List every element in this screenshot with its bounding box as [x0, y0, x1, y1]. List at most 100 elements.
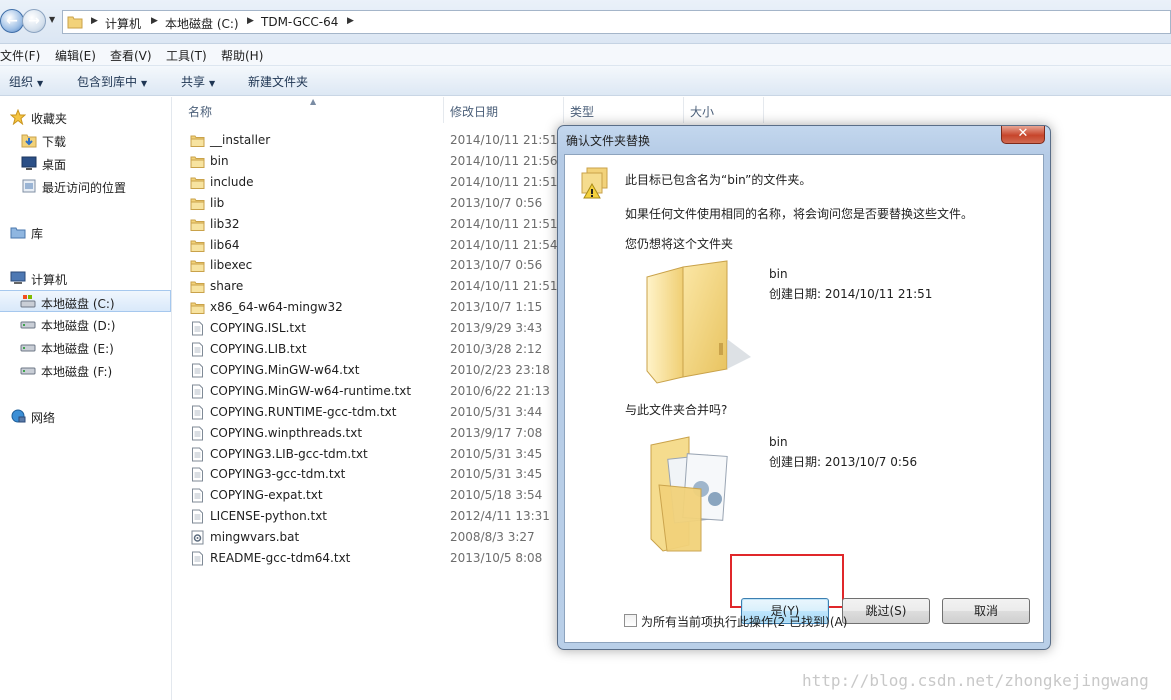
existing-folder-option[interactable]: bin 创建日期: 2014/10/11 21:51: [641, 259, 971, 387]
file-row[interactable]: __installer 2014/10/11 21:51: [172, 130, 558, 151]
nav-drive-d[interactable]: 本地磁盘 (D:): [0, 313, 171, 335]
text-file-icon: [192, 447, 203, 461]
apply-to-all-label[interactable]: 为所有当前项执行此操作(2 已找到)(A): [641, 613, 847, 630]
text-file-icon: [192, 321, 203, 336]
column-header-date[interactable]: 修改日期: [444, 97, 564, 123]
folder-icon: [190, 281, 205, 294]
address-input[interactable]: ▶ 计算机 ▶ 本地磁盘 (C:) ▶ TDM-GCC-64 ▶: [62, 10, 1171, 34]
apply-to-all-checkbox[interactable]: [624, 614, 637, 627]
incoming-folder-date: 创建日期: 2013/10/7 0:56: [769, 455, 918, 469]
include-in-library-button[interactable]: 包含到库中 ▼: [77, 73, 147, 90]
organize-button[interactable]: 组织 ▼: [9, 73, 43, 90]
chevron-right-icon[interactable]: ▶: [347, 16, 354, 26]
nav-libraries-label: 库: [31, 227, 44, 241]
new-folder-button[interactable]: 新建文件夹: [248, 73, 308, 90]
skip-button[interactable]: 跳过(S): [842, 598, 930, 624]
chevron-right-icon[interactable]: ▶: [247, 16, 254, 26]
file-row[interactable]: COPYING.MinGW-w64.txt 2010/2/23 23:18: [172, 360, 552, 381]
file-row[interactable]: lib64 2014/10/11 21:54: [172, 235, 558, 256]
file-row[interactable]: share 2014/10/11 21:51: [172, 276, 558, 297]
breadcrumb-drive-c[interactable]: 本地磁盘 (C:): [165, 15, 239, 32]
back-button[interactable]: ←: [0, 9, 24, 33]
menu-tools[interactable]: 工具(T): [166, 47, 207, 64]
file-row[interactable]: bin 2014/10/11 21:56: [172, 151, 558, 172]
menu-help[interactable]: 帮助(H): [221, 47, 263, 64]
file-row[interactable]: COPYING.ISL.txt 2013/9/29 3:43: [172, 318, 552, 339]
nav-drive-c[interactable]: 本地磁盘 (C:): [0, 290, 171, 312]
drive-icon: [20, 367, 36, 375]
confirm-folder-replace-dialog: 确认文件夹替换 ✕ 此目标已包含名为“bin”的文件夹。 如果任何文件使用相同的…: [557, 125, 1051, 650]
command-bar: 组织 ▼ 包含到库中 ▼ 共享 ▼ 新建文件夹: [0, 66, 1171, 96]
column-header-size[interactable]: 大小: [684, 97, 764, 123]
file-row[interactable]: include 2014/10/11 21:51: [172, 172, 558, 193]
breadcrumb-computer[interactable]: 计算机: [105, 15, 141, 32]
menu-edit[interactable]: 编辑(E): [55, 47, 96, 64]
existing-folder-date: 创建日期: 2014/10/11 21:51: [769, 287, 933, 301]
nav-recent-label: 最近访问的位置: [42, 181, 127, 195]
file-modified-date: 2014/10/11 21:51: [450, 174, 558, 189]
file-row[interactable]: LICENSE-python.txt 2012/4/11 13:31: [172, 506, 552, 527]
file-modified-date: 2010/6/22 21:13: [450, 383, 550, 398]
breadcrumb-tdm-gcc[interactable]: TDM-GCC-64: [261, 15, 338, 29]
nav-network[interactable]: 网络: [0, 405, 171, 427]
chevron-down-icon: ▼: [37, 79, 44, 88]
file-name: include: [210, 174, 254, 189]
file-row[interactable]: mingwvars.bat 2008/8/3 3:27: [172, 527, 552, 548]
share-button[interactable]: 共享 ▼: [181, 73, 215, 90]
folder-icon: [67, 16, 83, 29]
text-file-icon: [192, 363, 203, 378]
navigation-pane: 收藏夹 下载 桌面 最近访问的位置 库 计算机 本地磁盘 (C:) 本地磁盘 (…: [0, 97, 172, 700]
chevron-right-icon[interactable]: ▶: [91, 16, 98, 26]
file-name: libexec: [210, 258, 253, 273]
file-row[interactable]: COPYING.winpthreads.txt 2013/9/17 7:08: [172, 423, 552, 444]
file-row[interactable]: x86_64-w64-mingw32 2013/10/7 1:15: [172, 297, 552, 318]
file-name: lib32: [210, 216, 240, 231]
file-row[interactable]: libexec 2013/10/7 0:56: [172, 255, 552, 276]
menu-file[interactable]: 文件(F): [0, 47, 40, 64]
file-modified-date: 2010/3/28 2:12: [450, 342, 543, 356]
forward-button[interactable]: →: [22, 9, 46, 33]
cancel-button[interactable]: 取消: [942, 598, 1030, 624]
file-row[interactable]: COPYING.MinGW-w64-runtime.txt 2010/6/22 2…: [172, 381, 552, 402]
file-name: COPYING3.LIB-gcc-tdm.txt: [210, 446, 368, 461]
file-row[interactable]: COPYING-expat.txt 2010/5/18 3:54: [172, 485, 552, 506]
nav-drive-c-label: 本地磁盘 (C:): [41, 297, 115, 311]
nav-libraries[interactable]: 库: [0, 221, 171, 243]
dialog-content: 此目标已包含名为“bin”的文件夹。 如果任何文件使用相同的名称，将会询问您是否…: [564, 154, 1044, 643]
file-modified-date: 2014/10/11 21:56: [450, 153, 558, 168]
file-name: COPYING.LIB.txt: [210, 342, 307, 356]
file-row[interactable]: lib 2013/10/7 0:56: [172, 193, 552, 214]
file-row[interactable]: lib32 2014/10/11 21:51: [172, 214, 558, 235]
nav-drive-f[interactable]: 本地磁盘 (F:): [0, 359, 171, 381]
file-modified-date: 2013/10/7 0:56: [450, 258, 543, 273]
column-header-type[interactable]: 类型: [564, 97, 684, 123]
nav-recent-places[interactable]: 最近访问的位置: [0, 175, 171, 197]
close-button[interactable]: ✕: [1001, 126, 1045, 144]
column-header-name[interactable]: 名称 ▲: [172, 97, 444, 123]
drive-icon: [20, 321, 36, 329]
text-file-icon: [192, 342, 203, 357]
folder-icon: [190, 198, 205, 210]
system-drive-icon: [20, 295, 36, 308]
file-row[interactable]: COPYING3.LIB-gcc-tdm.txt 2010/5/31 3:45: [172, 444, 552, 465]
nav-computer-label: 计算机: [31, 273, 68, 287]
nav-desktop[interactable]: 桌面: [0, 152, 171, 174]
menu-view[interactable]: 查看(V): [110, 47, 152, 64]
dialog-message: 此目标已包含名为“bin”的文件夹。: [625, 173, 812, 187]
menu-bar: 文件(F) 编辑(E) 查看(V) 工具(T) 帮助(H): [0, 44, 1171, 66]
file-modified-date: 2008/8/3 3:27: [450, 530, 535, 545]
file-row[interactable]: COPYING.LIB.txt 2010/3/28 2:12: [172, 339, 552, 360]
nav-favorites[interactable]: 收藏夹: [0, 106, 171, 128]
file-row[interactable]: README-gcc-tdm64.txt 2013/10/5 8:08: [172, 548, 552, 569]
include-in-library-label: 包含到库中: [77, 75, 138, 89]
nav-downloads[interactable]: 下载: [0, 129, 171, 151]
incoming-folder-option[interactable]: bin 创建日期: 2013/10/7 0:56: [641, 427, 971, 555]
file-name: __installer: [210, 133, 271, 147]
file-row[interactable]: COPYING.RUNTIME-gcc-tdm.txt 2010/5/31 3:4…: [172, 402, 552, 423]
recent-pages-dropdown[interactable]: ▼: [49, 15, 55, 24]
nav-drive-e[interactable]: 本地磁盘 (E:): [0, 336, 171, 358]
chevron-right-icon[interactable]: ▶: [151, 16, 158, 26]
nav-computer[interactable]: 计算机: [0, 267, 171, 289]
file-name: COPYING.winpthreads.txt: [210, 425, 363, 440]
file-row[interactable]: COPYING3-gcc-tdm.txt 2010/5/31 3:45: [172, 464, 552, 485]
